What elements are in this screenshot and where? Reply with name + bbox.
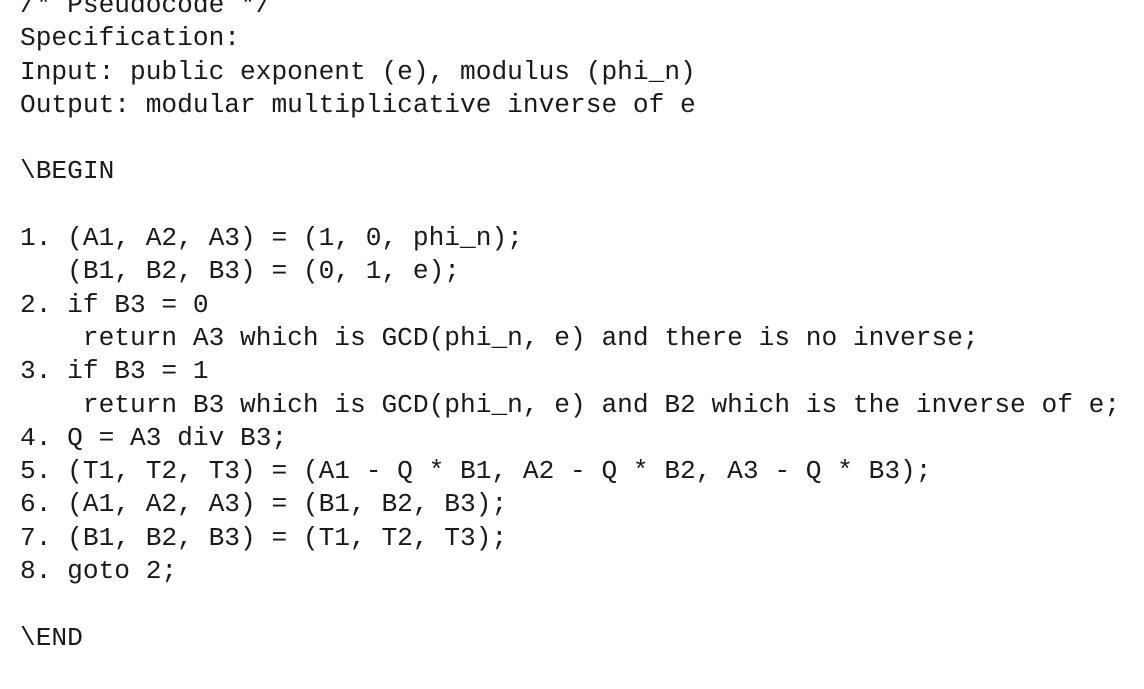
step-4-line: 4. Q = A3 div B3;	[20, 422, 288, 453]
step-7-line: 7. (B1, B2, B3) = (T1, T2, T3);	[20, 522, 508, 553]
step-8-line: 8. goto 2;	[20, 556, 178, 587]
step-2-condition: 2. if B3 = 0	[20, 289, 209, 320]
step-1-line-a: 1. (A1, A2, A3) = (1, 0, phi_n);	[20, 223, 523, 254]
pseudocode-block: /* Pseudocode */ Specification: Input: pub…	[20, 0, 1120, 655]
specification-heading: Specification:	[20, 23, 241, 54]
step-3-condition: 3. if B3 = 1	[20, 356, 209, 387]
output-spec-line: Output: modular multiplicative inverse o…	[20, 89, 696, 120]
step-1-line-b: (B1, B2, B3) = (0, 1, e);	[20, 256, 461, 287]
end-marker: \END	[20, 622, 83, 653]
comment-line: /* Pseudocode */	[20, 0, 272, 20]
step-6-line: 6. (A1, A2, A3) = (B1, B2, B3);	[20, 489, 508, 520]
input-spec-line: Input: public exponent (e), modulus (phi…	[20, 56, 696, 87]
begin-marker: \BEGIN	[20, 156, 115, 187]
step-2-return: return A3 which is GCD(phi_n, e) and the…	[20, 322, 979, 353]
step-5-line: 5. (T1, T2, T3) = (A1 - Q * B1, A2 - Q *…	[20, 456, 932, 487]
step-3-return: return B3 which is GCD(phi_n, e) and B2 …	[20, 389, 1121, 420]
